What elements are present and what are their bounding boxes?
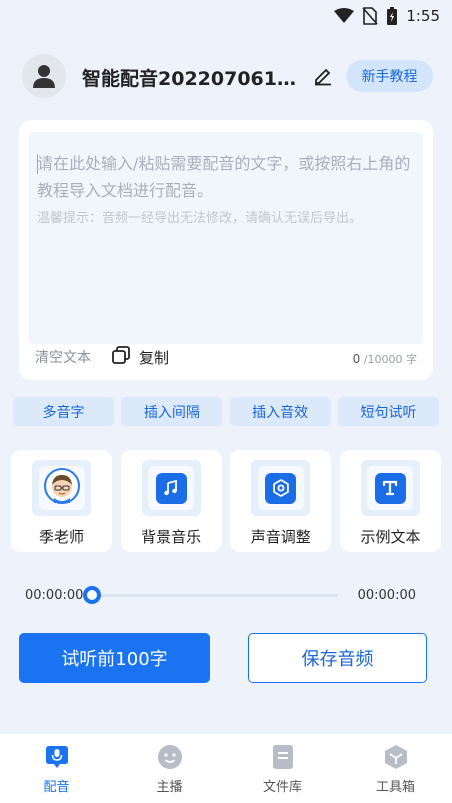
preview-button[interactable]: 试听前100字 xyxy=(19,633,210,683)
chip-insert-pause[interactable]: 插入间隔 xyxy=(121,397,223,426)
copy-label: 复制 xyxy=(139,348,170,367)
tool-icon-frame xyxy=(141,460,201,516)
folder-icon xyxy=(272,745,293,769)
text-input-placeholder: 请在此处输入/粘贴需要配音的文字，或按照右上角的教程导入文档进行配音。 xyxy=(37,154,411,200)
settings-gear-icon xyxy=(265,472,297,504)
copy-icon xyxy=(111,345,131,369)
tool-voice-adjust[interactable]: 声音调整 xyxy=(230,450,332,552)
tab-label-dubbing: 配音 xyxy=(43,780,70,795)
tab-dubbing[interactable]: 配音 xyxy=(0,734,113,803)
tool-sample-text[interactable]: 示例文本 xyxy=(339,450,441,552)
tutorial-button[interactable]: 新手教程 xyxy=(346,60,433,92)
progress-knob[interactable] xyxy=(83,586,101,604)
tool-label-sample-text: 示例文本 xyxy=(360,528,421,546)
no-sim-icon xyxy=(362,7,378,25)
tool-background-music[interactable]: 背景音乐 xyxy=(120,450,222,552)
battery-charging-icon xyxy=(386,6,398,26)
bottom-tab-bar: 配音 主播 文件库 工具箱 xyxy=(0,734,452,803)
status-bar: 1:55 xyxy=(0,0,452,32)
text-input-area[interactable]: 请在此处输入/粘贴需要配音的文字，或按照右上角的教程导入文档进行配音。 温馨提示… xyxy=(29,132,423,344)
microphone-icon xyxy=(45,746,68,768)
export-hint: 温馨提示：音频一经导出无法修改，请确认无误后导出。 xyxy=(37,211,363,226)
char-counter: 0 /10000 字 xyxy=(353,351,417,367)
chip-insert-sound-effect[interactable]: 插入音效 xyxy=(229,397,331,426)
audio-player: 00:00:00 00:00:00 xyxy=(0,584,452,608)
tab-label-anchors: 主播 xyxy=(156,780,183,795)
tab-file-library[interactable]: 文件库 xyxy=(226,734,339,803)
quick-action-chips: 多音字 插入间隔 插入音效 短句试听 xyxy=(13,397,439,426)
copy-button[interactable]: 复制 xyxy=(111,346,169,368)
progress-track[interactable] xyxy=(92,594,338,597)
char-count: 0 xyxy=(352,352,361,366)
tool-label-voice-actor: 季老师 xyxy=(38,528,84,546)
text-editor-card: 请在此处输入/粘贴需要配音的文字，或按照右上角的教程导入文档进行配音。 温馨提示… xyxy=(19,120,433,380)
tab-anchors[interactable]: 主播 xyxy=(113,734,226,803)
tab-label-file-library: 文件库 xyxy=(262,780,302,795)
tool-icon-frame xyxy=(360,460,420,516)
char-limit: /10000 字 xyxy=(363,353,417,366)
user-avatar-icon[interactable] xyxy=(22,54,66,98)
clear-text-button[interactable]: 清空文本 xyxy=(35,347,91,367)
text-t-icon xyxy=(374,472,406,504)
music-note-icon xyxy=(155,472,187,504)
toolbox-icon xyxy=(384,745,407,769)
tool-cards: 季老师 背景音乐 声音调整 示例文本 xyxy=(11,450,441,552)
save-audio-button[interactable]: 保存音频 xyxy=(248,633,427,683)
tab-toolbox[interactable]: 工具箱 xyxy=(339,734,452,803)
voice-actor-avatar xyxy=(43,468,80,508)
wifi-icon xyxy=(334,8,355,24)
face-icon xyxy=(157,745,182,769)
project-title[interactable]: 智能配音20220706135... xyxy=(82,64,304,91)
tab-label-toolbox: 工具箱 xyxy=(375,780,415,795)
chip-polyphone[interactable]: 多音字 xyxy=(13,397,114,426)
chip-sentence-preview[interactable]: 短句试听 xyxy=(337,397,439,426)
status-time: 1:55 xyxy=(406,7,440,25)
header: 智能配音20220706135... 新手教程 xyxy=(0,52,452,102)
tool-icon-frame xyxy=(251,460,311,516)
tool-voice-actor[interactable]: 季老师 xyxy=(11,450,112,552)
pencil-icon[interactable] xyxy=(312,64,334,86)
total-time: 00:00:00 xyxy=(357,588,416,603)
tool-label-voice-adjust: 声音调整 xyxy=(250,528,311,546)
tool-label-background-music: 背景音乐 xyxy=(141,528,202,546)
tool-icon-frame xyxy=(32,460,91,516)
current-time: 00:00:00 xyxy=(25,588,84,603)
